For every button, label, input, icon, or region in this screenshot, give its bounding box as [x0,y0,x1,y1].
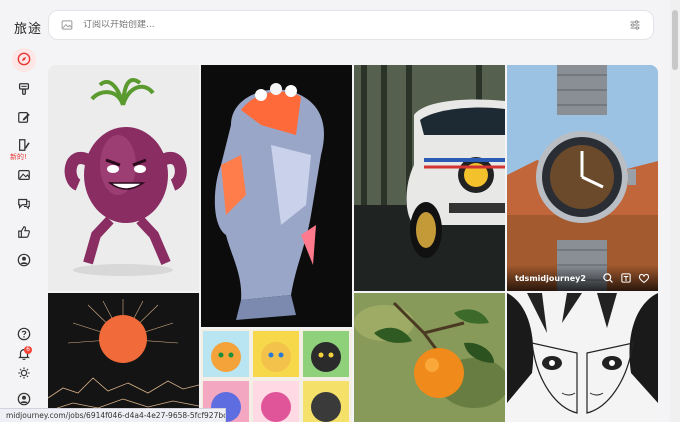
user-icon [17,252,31,271]
brush-icon [17,81,31,100]
scrollbar-thumb[interactable] [672,10,678,70]
sun-icon [17,365,31,384]
notification-count-badge: 6 [24,346,32,354]
gallery-image-statue[interactable] [201,65,352,327]
sidebar-item-create[interactable] [12,78,36,102]
prompt-input[interactable] [83,20,629,30]
gallery-image-watch[interactable]: tdsmidjourney2 [507,65,658,291]
author-username[interactable]: tdsmidjourney2 [515,274,596,283]
heart-icon[interactable] [638,272,650,284]
text-prompt-icon[interactable] [620,272,632,284]
search-bar[interactable] [48,10,654,40]
gallery-image-car[interactable] [354,65,505,291]
status-url-tooltip: midjourney.com/jobs/6914f046-d4a4-4e27-9… [0,408,226,422]
new-badge: 新的! [10,153,27,161]
gallery-image-orange[interactable] [354,293,505,422]
help-icon [17,326,31,345]
gallery-image-sun[interactable] [48,293,199,422]
sidebar-item-theme[interactable] [12,362,36,386]
search-icon[interactable] [602,272,614,284]
page-scrollbar[interactable] [670,0,680,422]
image-hover-overlay: tdsmidjourney2 [507,265,658,291]
sidebar-item-images[interactable] [12,164,36,188]
sidebar-item-edit[interactable] [12,106,36,130]
sidebar-item-profile[interactable] [12,249,36,273]
chat-icon [17,195,31,214]
image-prompt-icon[interactable] [61,16,73,35]
image-gallery: tdsmidjourney2 [48,65,658,422]
sidebar-item-chat[interactable] [12,192,36,216]
compass-icon [17,51,31,70]
gallery-image-onion[interactable] [48,65,199,291]
account-icon [17,391,31,410]
thumbs-up-icon [17,224,31,243]
sidebar: 旅途 新的! 6 [0,0,48,422]
brand-logo[interactable]: 旅途 [14,18,42,37]
pencil-icon [17,109,31,128]
sidebar-item-likes[interactable] [12,221,36,245]
gallery-image-manga[interactable] [507,293,658,422]
image-icon [17,167,31,186]
sidebar-item-explore[interactable] [12,48,36,72]
settings-sliders-icon[interactable] [629,16,641,35]
